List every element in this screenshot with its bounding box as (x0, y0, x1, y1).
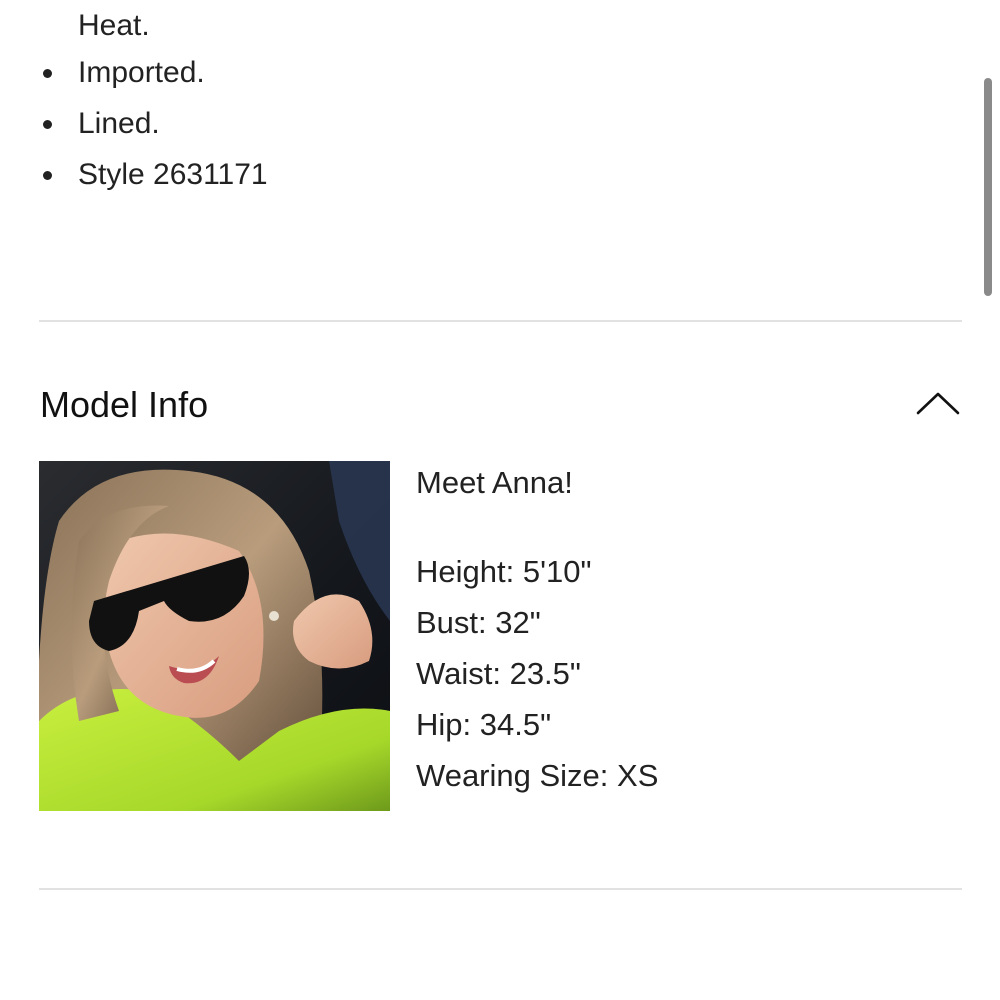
model-hip: Hip: 34.5" (416, 707, 552, 742)
detail-item-text: Style 2631171 (78, 158, 268, 191)
bullet-icon (43, 69, 52, 78)
model-height: Height: 5'10" (416, 554, 592, 589)
model-details: Meet Anna! Height: 5'10" Bust: 32" Waist… (416, 462, 956, 806)
section-divider (39, 888, 962, 890)
model-info-toggle[interactable]: Model Info (39, 380, 962, 430)
model-wearing-size: Wearing Size: XS (416, 758, 659, 793)
detail-item-imported: Imported. (0, 53, 900, 104)
details-continued-text: Heat. (78, 9, 150, 42)
product-details-list: Imported. Lined. Style 2631171 (0, 53, 900, 206)
bullet-icon (43, 171, 52, 180)
section-divider (39, 320, 962, 322)
scrollbar-thumb[interactable] (984, 78, 992, 296)
detail-item-text: Lined. (78, 107, 160, 140)
detail-item-text: Imported. (78, 56, 205, 89)
model-photo (39, 461, 390, 811)
model-info-title: Model Info (40, 384, 209, 425)
detail-item-style: Style 2631171 (0, 155, 900, 206)
detail-item-lined: Lined. (0, 104, 900, 155)
model-waist: Waist: 23.5" (416, 656, 581, 691)
bullet-icon (43, 120, 52, 129)
model-bust: Bust: 32" (416, 605, 541, 640)
model-intro: Meet Anna! (416, 465, 573, 500)
chevron-up-icon (916, 392, 960, 415)
